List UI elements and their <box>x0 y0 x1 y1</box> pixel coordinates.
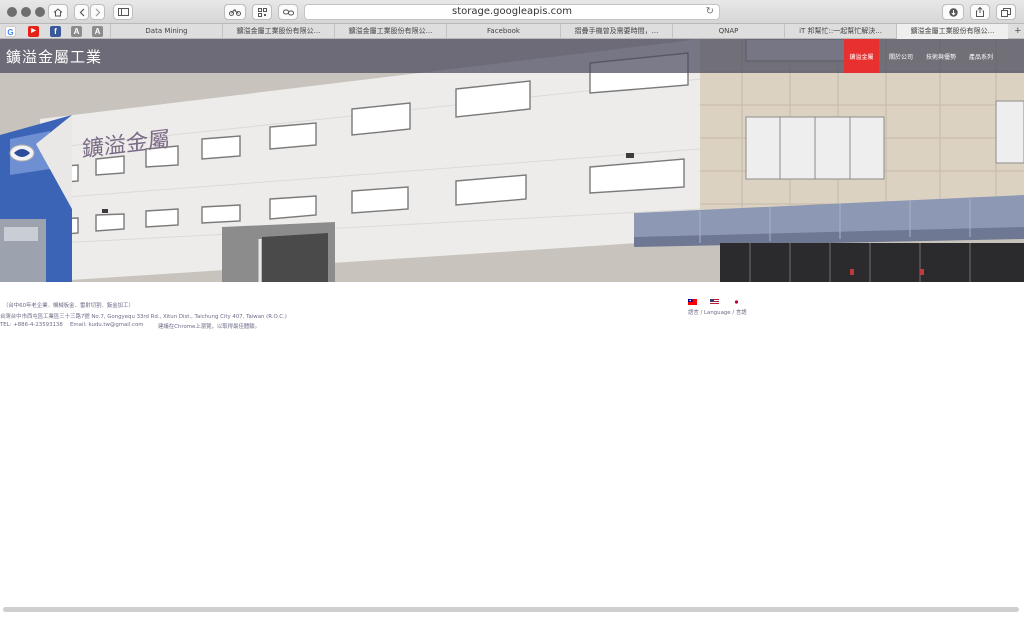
language-selector-label: 語言 / Language / 言語 <box>688 310 747 316</box>
company-email[interactable]: Email: kudu.tw@gmail.com <box>70 322 144 328</box>
browser-recommendation: 建議在Chrome上瀏覽，以取得最佳體驗。 <box>158 324 261 330</box>
download-icon <box>948 7 958 17</box>
tabs-icon <box>1001 7 1011 17</box>
share-button[interactable] <box>970 4 990 20</box>
company-slogan: （台中60年老企業．機械板金．雷射切割．鈑金加工） <box>3 303 134 309</box>
qr-code-icon <box>257 7 267 17</box>
home-button[interactable] <box>48 4 68 20</box>
company-address: 台灣台中市西屯區工業區三十三路7號 No.7, Gongyequ 33rd Rd… <box>0 314 287 320</box>
tab-data-mining[interactable]: Data Mining <box>110 24 222 39</box>
new-tab-icon[interactable]: + <box>1015 24 1021 39</box>
favorites-tab-bar: G ▶ f A A Data Mining 鑛溢金屬工業股份有限公... 鑛溢金… <box>0 24 1024 39</box>
letter-a-icon[interactable]: A <box>92 26 103 37</box>
close-window-button[interactable] <box>7 7 17 17</box>
tab-kudu-1[interactable]: 鑛溢金屬工業股份有限公... <box>222 24 334 39</box>
japan-flag-icon[interactable] <box>732 299 741 305</box>
site-title[interactable]: 鑛溢金屬工業 <box>6 46 102 67</box>
chevron-left-icon <box>79 8 85 17</box>
taiwan-flag-icon[interactable] <box>688 299 697 305</box>
nav-item-technology[interactable]: 技術與優勢 <box>922 39 960 73</box>
qr-button[interactable] <box>252 4 272 20</box>
downloads-button[interactable] <box>942 4 964 20</box>
reload-icon[interactable]: ↻ <box>706 5 714 19</box>
browser-toolbar: storage.googleapis.com ↻ <box>0 0 1024 24</box>
url-text: storage.googleapis.com <box>451 6 573 17</box>
tab-overview-button[interactable] <box>996 4 1016 20</box>
usa-flag-icon[interactable] <box>710 299 719 305</box>
sidebar-icon <box>117 8 129 16</box>
forward-button[interactable] <box>90 4 105 20</box>
sidebar-button[interactable] <box>113 4 133 20</box>
extension-button[interactable] <box>224 4 246 20</box>
google-icon[interactable]: G <box>5 26 16 37</box>
share-icon <box>976 7 984 17</box>
facebook-icon[interactable]: f <box>50 26 61 37</box>
link-icon <box>282 9 294 16</box>
chevron-right-icon <box>95 8 101 17</box>
nav-item-home[interactable]: 鑛溢金屬 <box>844 39 879 73</box>
tab-foldable-phone[interactable]: 摺疊手機曾及需要時間，... <box>560 24 672 39</box>
nav-item-products[interactable]: 產品系列 <box>962 39 1000 73</box>
address-bar[interactable]: storage.googleapis.com ↻ <box>304 4 720 20</box>
hero-banner: 鑛溢金屬 鑛溢金屬工業 鑛溢金屬 關於公司 技術與優勢 產品系列 <box>0 39 1024 282</box>
youtube-icon[interactable]: ▶ <box>28 26 39 37</box>
nav-item-about[interactable]: 關於公司 <box>882 39 920 73</box>
tab-qnap[interactable]: QNAP <box>672 24 784 39</box>
tab-ithome[interactable]: iT 邦幫忙::一起幫忙解決... <box>784 24 896 39</box>
letter-a-icon[interactable]: A <box>71 26 82 37</box>
zoom-window-button[interactable] <box>35 7 45 17</box>
horizontal-scrollbar[interactable] <box>3 607 1019 612</box>
minimize-window-button[interactable] <box>21 7 31 17</box>
bike-icon <box>229 8 241 16</box>
link-button[interactable] <box>278 4 298 20</box>
tab-facebook[interactable]: Facebook <box>446 24 560 39</box>
company-phone: TEL: +886-4-23593138 <box>0 322 63 328</box>
factory-photo: 鑛溢金屬 <box>0 39 1024 282</box>
tab-kudu-2[interactable]: 鑛溢金屬工業股份有限公... <box>334 24 446 39</box>
home-icon <box>53 7 63 17</box>
tab-kudu-active[interactable]: 鑛溢金屬工業股份有限公... <box>896 24 1008 39</box>
back-button[interactable] <box>74 4 89 20</box>
